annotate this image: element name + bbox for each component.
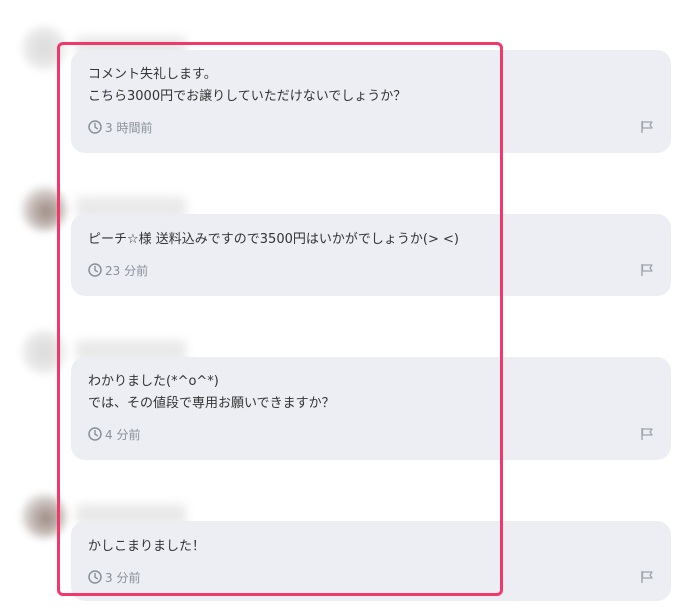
avatar[interactable] <box>22 187 66 231</box>
comment-text-line-2: では、その値段で専用お願いできますか？ <box>88 396 335 411</box>
avatar[interactable] <box>22 494 66 538</box>
flag-icon[interactable] <box>640 570 654 584</box>
comment-text-line-1: かしこまりました！ <box>88 539 206 554</box>
comment-bubble-1: コメント失礼します。 こちら3000円でお譲りしていただけないでしょうか？ 3 … <box>71 50 671 153</box>
comment-bubble-2: ピーチ☆様 送料込みですので3500円はいかがでしょうか(> <) 23 分前 <box>71 214 671 296</box>
comment-meta: 23 分前 <box>88 261 148 279</box>
clock-icon <box>88 570 102 584</box>
comment-time: 4 分前 <box>105 427 141 442</box>
flag-icon[interactable] <box>640 427 654 441</box>
comment-time: 3 分前 <box>105 570 141 585</box>
avatar[interactable] <box>22 330 66 374</box>
comment-bubble-4: かしこまりました！ 3 分前 <box>71 521 671 601</box>
clock-icon <box>88 263 102 277</box>
avatar[interactable] <box>22 26 66 70</box>
comment-text-line-1: コメント失礼します。 <box>88 67 217 82</box>
clock-icon <box>88 427 102 441</box>
clock-icon <box>88 120 102 134</box>
comment-text-line-2: こちら3000円でお譲りしていただけないでしょうか？ <box>88 89 407 104</box>
comment-time: 3 時間前 <box>105 120 153 135</box>
comment-bubble-3: わかりました(*^o^*) では、その値段で専用お願いできますか？ 4 分前 <box>71 357 671 460</box>
flag-icon[interactable] <box>640 263 654 277</box>
comment-meta: 4 分前 <box>88 425 140 443</box>
flag-icon[interactable] <box>640 120 654 134</box>
comment-text-line-1: ピーチ☆様 送料込みですので3500円はいかがでしょうか(> <) <box>88 232 459 247</box>
comment-text-line-1: わかりました(*^o^*) <box>88 374 219 389</box>
comment-meta: 3 時間前 <box>88 118 152 136</box>
comment-meta: 3 分前 <box>88 568 140 586</box>
comment-time: 23 分前 <box>105 263 149 278</box>
